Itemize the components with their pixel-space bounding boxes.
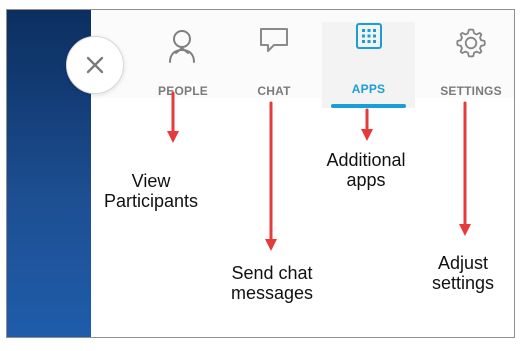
- apps-annotation: Additional apps: [322, 150, 410, 190]
- people-annotation-line-2: Participants: [104, 191, 199, 211]
- close-button[interactable]: [66, 36, 124, 94]
- tab-people-label: PEOPLE: [158, 84, 208, 98]
- tab-chat-label: CHAT: [257, 84, 291, 98]
- close-icon: [86, 56, 104, 74]
- apps-annotation-line-2: apps: [346, 170, 386, 190]
- tab-settings[interactable]: SETTINGS: [433, 26, 509, 102]
- apps-annotation-line-1: Additional: [326, 150, 406, 170]
- tab-apps[interactable]: APPS: [322, 22, 415, 108]
- gear-icon: [456, 28, 486, 58]
- chat-icon: [260, 28, 288, 52]
- chat-arrow: [265, 101, 277, 251]
- chat-annotation-line-1: Send chat: [231, 263, 313, 283]
- people-annotation: View Participants: [104, 171, 198, 211]
- tab-people[interactable]: 1 PEOPLE: [150, 26, 339, 102]
- tab-apps-label: APPS: [351, 82, 386, 96]
- people-arrow: [167, 91, 179, 143]
- settings-annotation: Adjust settings: [424, 253, 502, 293]
- apps-grid-icon: [355, 23, 382, 49]
- people-icon: [169, 30, 195, 63]
- settings-arrow: [459, 101, 471, 236]
- people-annotation-line-1: View: [131, 171, 171, 191]
- tab-chat[interactable]: CHAT: [248, 26, 300, 102]
- tab-settings-label: SETTINGS: [440, 84, 502, 98]
- settings-annotation-line-2: settings: [431, 273, 495, 293]
- chat-annotation-line-2: messages: [230, 283, 314, 303]
- chat-annotation: Send chat messages: [224, 263, 320, 303]
- settings-annotation-line-1: Adjust: [437, 253, 489, 273]
- apps-arrow: [361, 108, 373, 141]
